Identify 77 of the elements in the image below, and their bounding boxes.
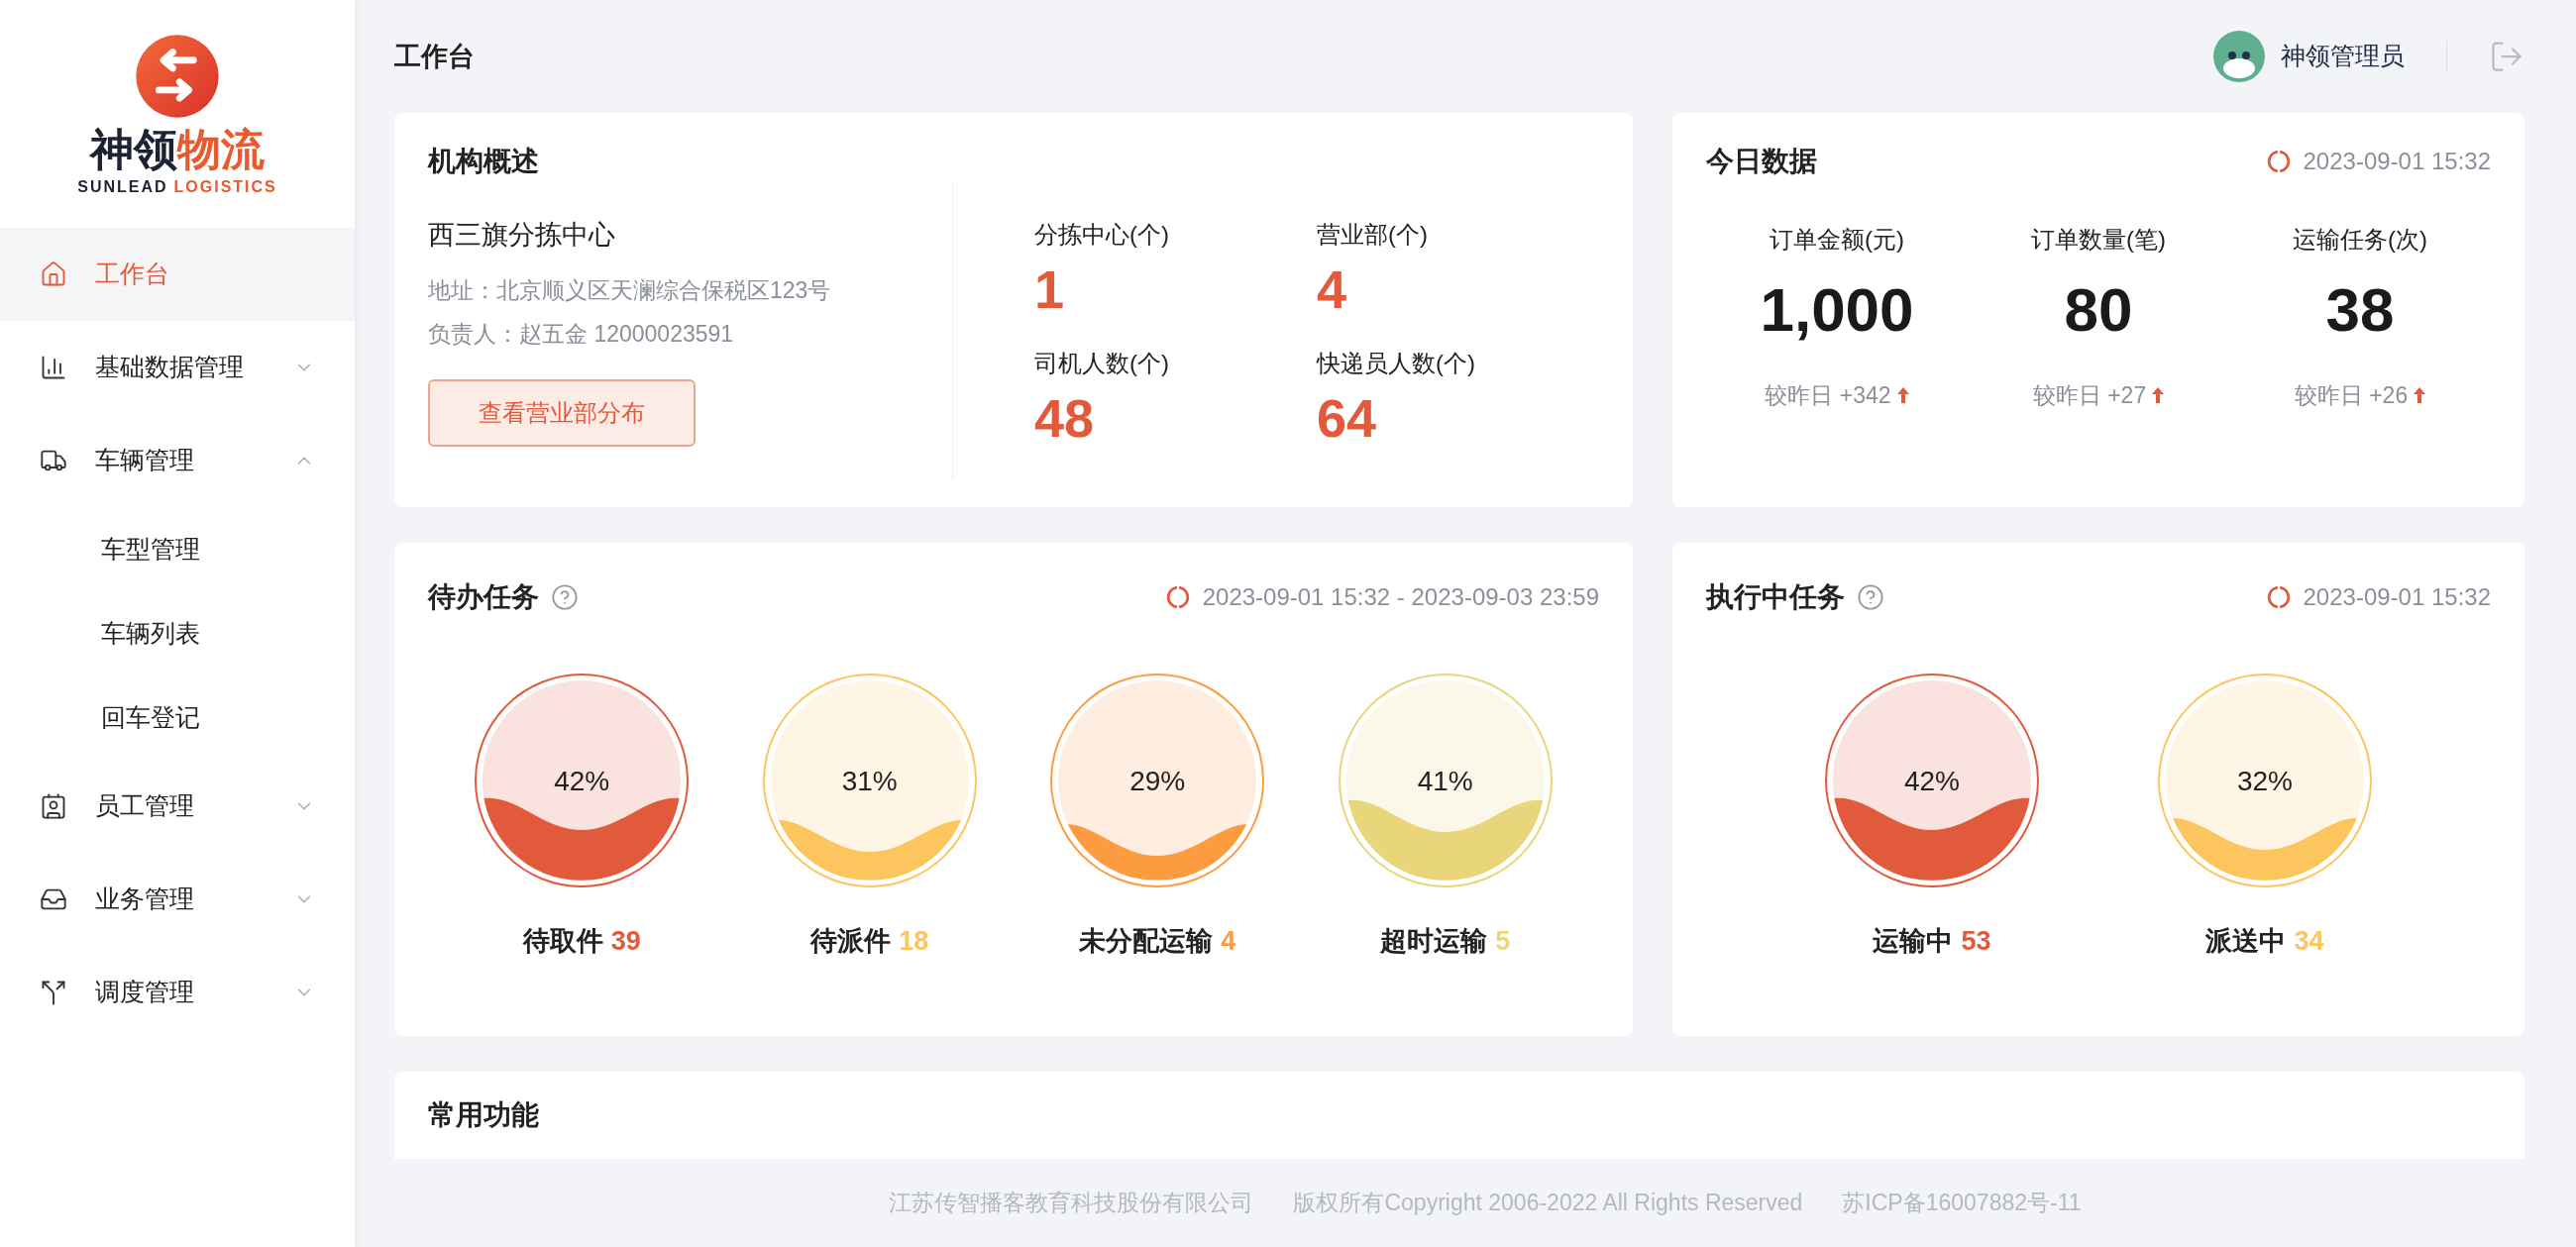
task-count: 4 — [1221, 925, 1236, 958]
card-title: 待办任务 — [428, 580, 539, 614]
avatar-icon[interactable] — [2213, 31, 2265, 82]
refresh-icon[interactable] — [1164, 584, 1191, 610]
center-name: 西三旗分拣中心 — [428, 219, 615, 253]
metric-label: 订单数量(笔) — [2031, 225, 2166, 255]
refresh-icon[interactable] — [2265, 149, 2292, 174]
brand-name: 神领 — [90, 128, 177, 171]
gauge-percent: 29% — [1128, 765, 1187, 798]
stat-value: 64 — [1317, 391, 1378, 445]
task-label: 派送中 — [2205, 925, 2287, 958]
footer-text: 版权所有Copyright 2006-2022 All Rights Reserved — [1293, 1189, 1803, 1218]
task-label: 待派件 — [810, 925, 892, 958]
nav-item[interactable]: 基础数据管理 — [0, 321, 355, 414]
metric-compare: 较昨日 +342 — [1765, 381, 1891, 410]
card-title: 常用功能 — [428, 1098, 539, 1132]
nav-subitem[interactable]: 车辆列表 — [0, 591, 355, 675]
task-label: 待取件 — [522, 925, 603, 958]
task-count: 5 — [1495, 925, 1511, 958]
center-manager: 负责人：赵五金 12000023591 — [428, 320, 734, 350]
gauge-percent: 31% — [840, 765, 899, 798]
stat-label: 营业部(个) — [1317, 220, 1429, 250]
stat-value: 4 — [1317, 262, 1348, 316]
split-icon — [40, 979, 67, 1006]
task-count: 53 — [1961, 925, 1991, 958]
card-title: 执行中任务 — [1706, 580, 1845, 614]
metric-value: 1,000 — [1760, 279, 1914, 341]
gauge-percent: 42% — [1902, 765, 1961, 798]
nav-item[interactable]: 员工管理 — [0, 760, 355, 853]
up-arrow-icon — [2414, 387, 2426, 404]
metric-value: 80 — [2064, 279, 2133, 341]
task-label: 未分配运输 — [1079, 925, 1214, 958]
help-icon[interactable] — [1857, 583, 1884, 611]
gauge-percent: 42% — [553, 765, 611, 798]
home-icon — [40, 260, 67, 288]
bar-chart-icon — [40, 354, 67, 381]
task-count: 34 — [2294, 925, 2324, 958]
timestamp: 2023-09-01 15:32 — [2303, 582, 2491, 612]
user-name[interactable]: 神领管理员 — [2281, 38, 2405, 75]
metric-value: 38 — [2325, 279, 2395, 341]
timestamp: 2023-09-01 15:32 — [2303, 147, 2491, 176]
metric-compare: 较昨日 +26 — [2294, 381, 2409, 410]
task-label: 超时运输 — [1380, 925, 1488, 958]
task-count: 18 — [899, 925, 929, 958]
nav-item[interactable]: 车辆管理 — [0, 414, 355, 507]
nav-item[interactable]: 业务管理 — [0, 853, 355, 946]
card-title: 今日数据 — [1706, 145, 1817, 178]
timestamp: 2023-09-01 15:32 - 2023-09-03 23:59 — [1202, 582, 1599, 612]
brand-tagline-accent: LOGISTICS — [173, 179, 277, 195]
page-title: 工作台 — [394, 40, 475, 73]
brand-tagline: SUNLEAD — [77, 179, 168, 195]
task-count: 39 — [610, 925, 641, 958]
task-label: 运输中 — [1873, 925, 1954, 958]
up-arrow-icon — [2152, 387, 2165, 404]
footer-text: 苏ICP备16007882号-11 — [1842, 1189, 2082, 1218]
nav-subitem[interactable]: 车型管理 — [0, 507, 355, 591]
nav-item[interactable]: 调度管理 — [0, 946, 355, 1039]
up-arrow-icon — [1896, 387, 1909, 404]
gauge-percent: 32% — [2235, 765, 2294, 798]
help-icon[interactable] — [551, 583, 579, 611]
contact-card-icon — [40, 792, 67, 820]
stat-value: 48 — [1034, 391, 1096, 445]
logo-icon — [134, 33, 221, 120]
footer-text: 江苏传智播客教育科技股份有限公司 — [889, 1189, 1254, 1218]
metric-compare: 较昨日 +27 — [2032, 381, 2147, 410]
metric-label: 运输任务(次) — [2293, 225, 2427, 255]
nav-subitem[interactable]: 回车登记 — [0, 675, 355, 760]
center-address: 地址：北京顺义区天澜综合保税区123号 — [428, 275, 831, 305]
stat-value: 1 — [1034, 262, 1066, 316]
refresh-icon[interactable] — [2265, 584, 2292, 610]
card-title: 机构概述 — [428, 145, 539, 178]
stat-label: 司机人数(个) — [1034, 349, 1170, 378]
gauge-percent: 41% — [1416, 765, 1474, 798]
stat-label: 分拣中心(个) — [1034, 220, 1170, 250]
metric-label: 订单金额(元) — [1770, 225, 1904, 255]
stat-label: 快递员人数(个) — [1317, 349, 1476, 378]
brand-name-accent: 物流 — [177, 128, 265, 171]
